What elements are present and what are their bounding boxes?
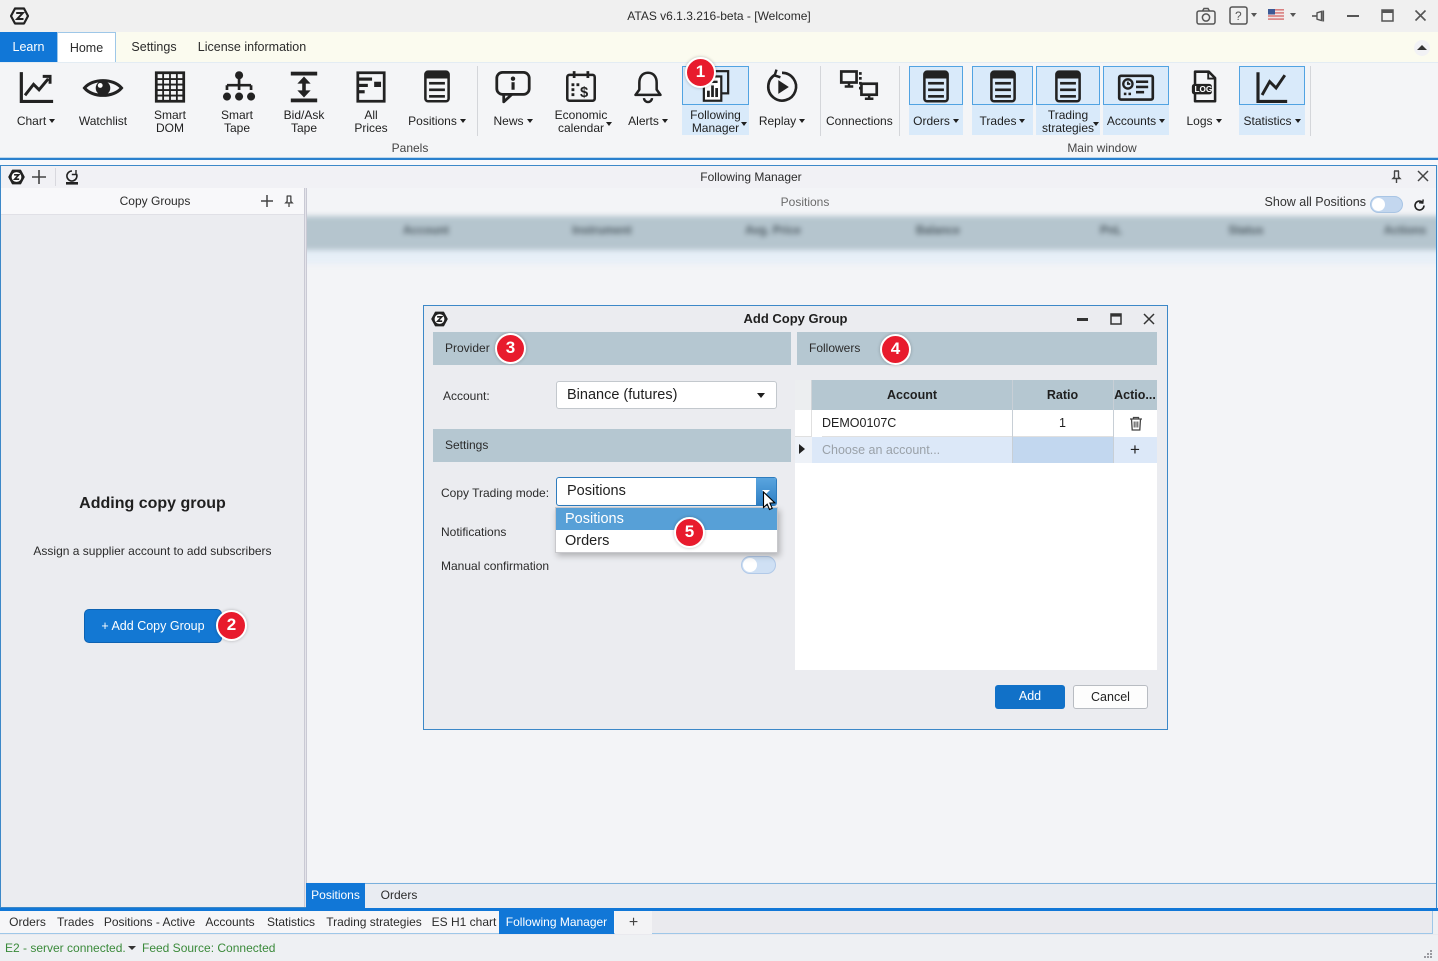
svg-text:LOG: LOG bbox=[1195, 85, 1213, 94]
svg-text:?: ? bbox=[1235, 9, 1242, 23]
svg-text:$: $ bbox=[580, 85, 588, 101]
